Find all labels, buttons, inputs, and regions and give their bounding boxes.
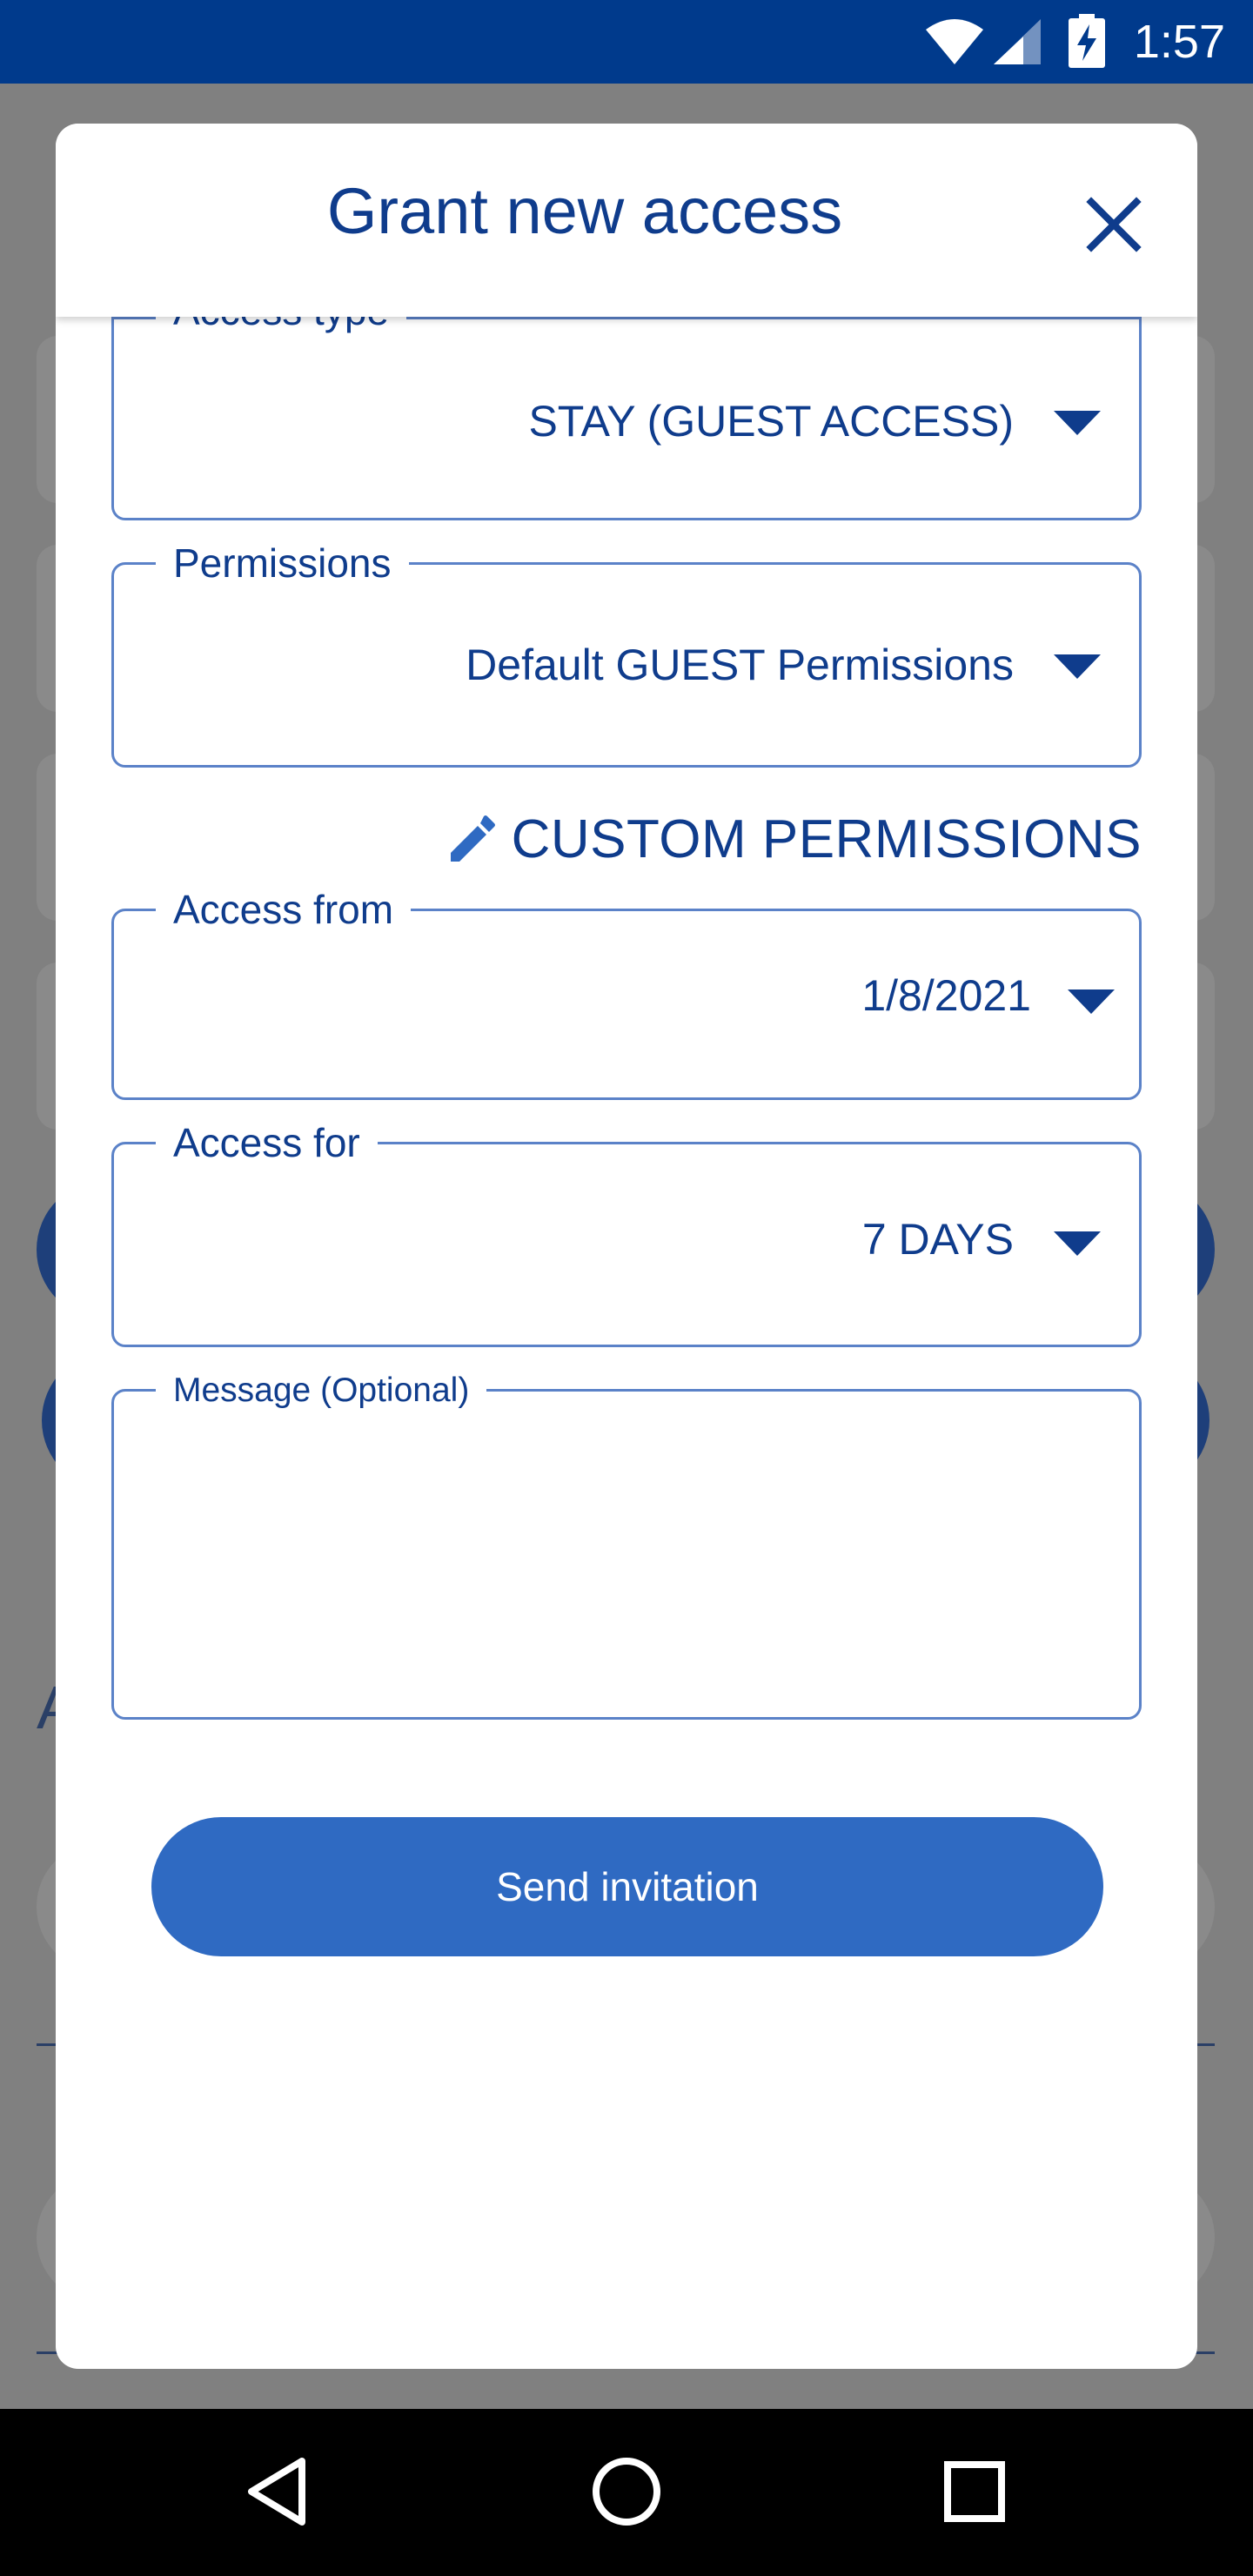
- custom-permissions-label: CUSTOM PERMISSIONS: [511, 808, 1142, 869]
- permissions-value: Default GUEST Permissions: [466, 641, 1014, 689]
- back-icon[interactable]: [231, 2444, 326, 2539]
- chevron-down-icon: [1068, 989, 1115, 1014]
- navigation-bar: [0, 2409, 1253, 2576]
- chevron-down-icon: [1054, 654, 1101, 679]
- chevron-down-icon: [1054, 411, 1101, 435]
- cell-signal-icon: [994, 19, 1041, 64]
- close-icon[interactable]: [1079, 190, 1149, 259]
- recents-icon[interactable]: [927, 2444, 1022, 2539]
- access-type-dropdown[interactable]: Access type STAY (GUEST ACCESS): [111, 286, 1142, 520]
- chevron-down-icon: [1054, 1231, 1101, 1256]
- access-type-value: STAY (GUEST ACCESS): [528, 397, 1014, 446]
- access-from-date-picker[interactable]: Access from 1/8/2021: [111, 885, 1142, 1100]
- message-textarea[interactable]: Message (Optional): [111, 1369, 1142, 1720]
- pencil-icon: [450, 815, 495, 862]
- access-for-label: Access for: [156, 1118, 378, 1167]
- message-label: Message (Optional): [156, 1369, 487, 1412]
- access-from-value: 1/8/2021: [861, 971, 1031, 1020]
- battery-charging-icon: [1069, 14, 1105, 68]
- permissions-label: Permissions: [156, 539, 409, 587]
- grant-access-dialog: Grant new access Access type STAY (GUEST…: [56, 124, 1197, 2369]
- dialog-title: Grant new access: [326, 175, 843, 247]
- custom-permissions-button[interactable]: CUSTOM PERMISSIONS: [446, 804, 1142, 874]
- status-time: 1:57: [1133, 16, 1225, 68]
- home-icon[interactable]: [579, 2444, 674, 2539]
- access-for-value: 7 DAYS: [861, 1215, 1014, 1264]
- permissions-dropdown[interactable]: Permissions Default GUEST Permissions: [111, 539, 1142, 768]
- access-for-dropdown[interactable]: Access for 7 DAYS: [111, 1118, 1142, 1347]
- access-from-label: Access from: [156, 885, 412, 934]
- send-invitation-button[interactable]: Send invitation: [151, 1817, 1103, 1956]
- status-bar: 1:57: [0, 0, 1253, 84]
- dialog-header: Grant new access: [56, 124, 1197, 317]
- wifi-icon: [926, 19, 983, 64]
